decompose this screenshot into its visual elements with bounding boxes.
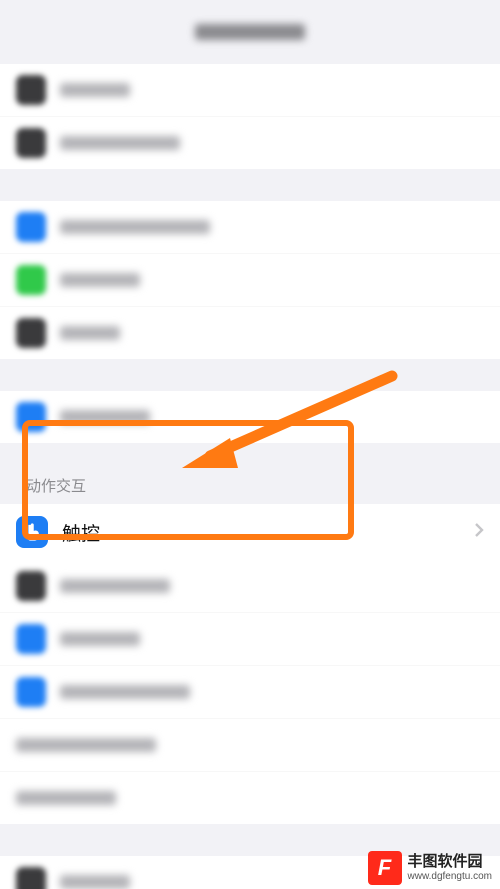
nav-header: [0, 0, 500, 64]
row-label-placeholder: [60, 326, 120, 340]
list-item[interactable]: [0, 254, 500, 307]
row-label-placeholder: [60, 83, 130, 97]
generic-icon: [16, 265, 46, 295]
page-title-placeholder: [195, 24, 305, 40]
generic-icon: [16, 402, 46, 432]
generic-icon: [16, 318, 46, 348]
row-label-placeholder: [60, 875, 130, 889]
touch-row[interactable]: 触控: [0, 504, 500, 560]
row-label-placeholder: [60, 632, 140, 646]
list-item[interactable]: [0, 64, 500, 117]
list-item[interactable]: [0, 666, 500, 719]
watermark-logo-icon: F: [368, 851, 402, 885]
section-header-motion: 动作交互: [0, 475, 500, 504]
settings-group-3: [0, 391, 500, 443]
generic-icon: [16, 677, 46, 707]
list-item[interactable]: [0, 772, 500, 824]
list-item[interactable]: [0, 307, 500, 359]
list-item[interactable]: [0, 201, 500, 254]
row-label-placeholder: [60, 136, 180, 150]
row-label-placeholder: [60, 579, 170, 593]
settings-group-top: [0, 64, 500, 169]
row-label-placeholder: [60, 410, 150, 424]
touch-icon: [16, 516, 48, 548]
settings-group-motion: 触控: [0, 504, 500, 824]
generic-icon: [16, 571, 46, 601]
generic-icon: [16, 75, 46, 105]
chevron-right-icon: [474, 522, 484, 543]
touch-row-label: 触控: [62, 519, 474, 546]
row-label-placeholder: [60, 685, 190, 699]
list-item[interactable]: [0, 560, 500, 613]
row-label-placeholder: [60, 220, 210, 234]
generic-icon: [16, 867, 46, 889]
generic-icon: [16, 624, 46, 654]
list-item[interactable]: [0, 391, 500, 443]
list-item[interactable]: [0, 613, 500, 666]
list-item[interactable]: [0, 117, 500, 169]
watermark-url: www.dgfengtu.com: [408, 871, 493, 882]
row-label-placeholder: [16, 738, 156, 752]
list-item[interactable]: [0, 719, 500, 772]
settings-screen: 动作交互 触控: [0, 0, 500, 889]
watermark-name: 丰图软件园: [408, 854, 493, 871]
generic-icon: [16, 128, 46, 158]
row-label-placeholder: [60, 273, 140, 287]
generic-icon: [16, 212, 46, 242]
settings-group-2: [0, 201, 500, 359]
row-label-placeholder: [16, 791, 116, 805]
watermark: F 丰图软件园 www.dgfengtu.com: [368, 851, 493, 885]
